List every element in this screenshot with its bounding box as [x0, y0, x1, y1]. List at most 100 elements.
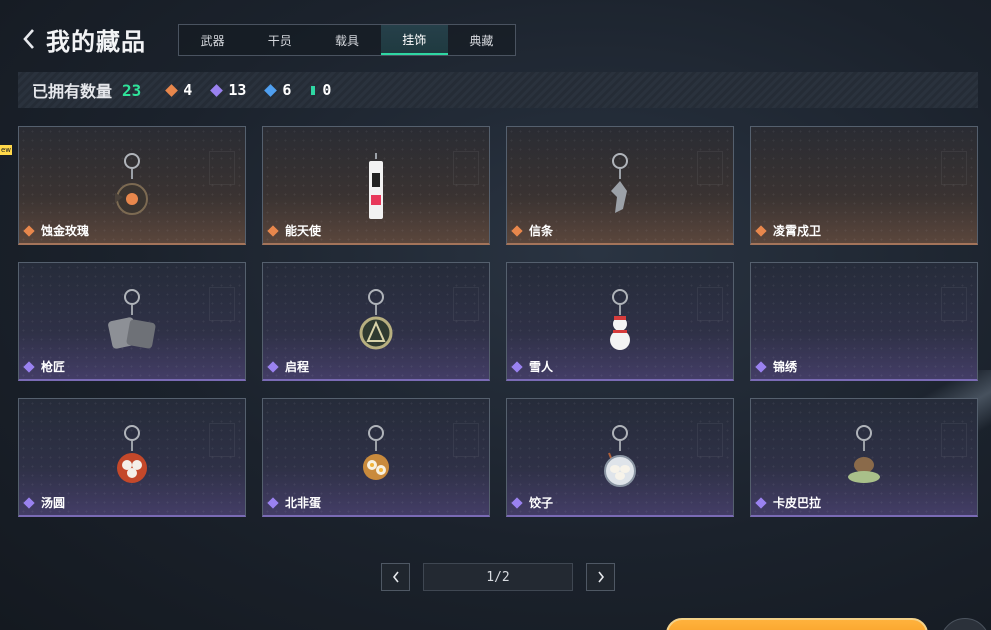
bottom-action-button[interactable] [666, 618, 928, 630]
owned-count-bar: 已拥有数量 23 4 13 6 0 [18, 72, 978, 108]
chevron-left-icon [23, 29, 34, 49]
purple-diamond-icon [511, 360, 523, 373]
tab-charms[interactable]: 挂饰 [380, 25, 448, 55]
snowman-charm-icon [607, 289, 633, 355]
shakshuka-charm-icon [360, 425, 392, 487]
tab-label: 载具 [335, 33, 360, 48]
card-name-row: 信条 [511, 222, 554, 239]
purple-diamond-icon [23, 496, 35, 509]
page-title: 我的藏品 [46, 28, 146, 56]
charm-card[interactable]: 锦绣 [750, 262, 978, 381]
next-page-button[interactable] [586, 563, 615, 591]
charm-name: 蚀金玫瑰 [41, 224, 90, 238]
charm-name: 锦绣 [773, 360, 798, 374]
bottom-round-button[interactable] [940, 618, 990, 630]
card-name-row: 卡皮巴拉 [755, 494, 822, 511]
card-decoration [209, 151, 235, 185]
charm-name: 凌霄戍卫 [773, 224, 822, 238]
charm-name: 启程 [285, 360, 310, 374]
charm-name: 卡皮巴拉 [773, 496, 822, 510]
card-decoration [453, 423, 479, 457]
tab-weapons[interactable]: 武器 [179, 25, 246, 55]
orange-diamond-icon [267, 224, 279, 237]
green-dot-icon [311, 85, 316, 95]
tab-label: 武器 [200, 33, 225, 48]
card-name-row: 启程 [267, 358, 310, 375]
tab-vehicles[interactable]: 载具 [313, 25, 380, 55]
orange-diamond-icon [755, 224, 767, 237]
card-name-row: 蚀金玫瑰 [23, 222, 90, 239]
rarity-count-orange: 4 [165, 81, 193, 99]
dog-tags-charm-icon [106, 289, 158, 355]
charm-card[interactable]: 饺子 [506, 398, 734, 517]
charm-card[interactable]: 信条 [506, 126, 734, 245]
card-name-row: 雪人 [511, 358, 554, 375]
owned-count-total: 23 [122, 80, 142, 100]
purple-diamond-icon [267, 360, 279, 373]
charm-name: 信条 [529, 224, 554, 238]
back-button[interactable] [16, 24, 42, 54]
blue-diamond-icon [264, 83, 278, 97]
purple-diamond-icon [755, 496, 767, 509]
tangyuan-bowl-charm-icon [115, 425, 149, 489]
rarity-count-value: 0 [322, 81, 332, 99]
charm-card[interactable]: 启程 [262, 262, 490, 381]
page-indicator: 1/2 [423, 563, 573, 591]
charm-card[interactable]: 凌霄戍卫 [750, 126, 978, 245]
card-decoration [209, 287, 235, 321]
charm-name: 枪匠 [41, 360, 66, 374]
rarity-count-value: 4 [183, 81, 193, 99]
card-name-row: 枪匠 [23, 358, 66, 375]
medallion-charm-icon [358, 289, 394, 355]
card-name-row: 饺子 [511, 494, 554, 511]
charm-card[interactable]: 卡皮巴拉 [750, 398, 978, 517]
eagle-charm-icon [605, 153, 635, 219]
tab-operators[interactable]: 干员 [246, 25, 313, 55]
card-decoration [941, 423, 967, 457]
card-decoration [941, 151, 967, 185]
charm-name: 雪人 [529, 360, 554, 374]
tab-label: 挂饰 [402, 32, 427, 47]
charm-card[interactable]: 北非蛋 [262, 398, 490, 517]
new-badge: ew [0, 145, 12, 155]
purple-diamond-icon [210, 83, 224, 97]
card-decoration [697, 287, 723, 321]
chevron-left-icon [392, 571, 399, 583]
charm-card[interactable]: 雪人 [506, 262, 734, 381]
purple-diamond-icon [755, 360, 767, 373]
charm-card[interactable]: 蚀金玫瑰 [18, 126, 246, 245]
card-decoration [453, 151, 479, 185]
card-name-row: 能天使 [267, 222, 321, 239]
capybara-charm-icon [844, 425, 884, 489]
charm-card[interactable]: 汤圆 [18, 398, 246, 517]
charm-card[interactable]: 能天使 [262, 126, 490, 245]
charm-card[interactable]: 枪匠 [18, 262, 246, 381]
tab-label: 干员 [267, 33, 292, 48]
orange-diamond-icon [511, 224, 523, 237]
card-decoration [697, 423, 723, 457]
card-decoration [209, 423, 235, 457]
card-name-row: 锦绣 [755, 358, 798, 375]
rarity-count-green: 0 [311, 81, 331, 99]
rarity-count-blue: 6 [264, 81, 292, 99]
orange-diamond-icon [23, 224, 35, 237]
purple-diamond-icon [511, 496, 523, 509]
category-tabs: 武器 干员 载具 挂饰 典藏 [178, 24, 516, 56]
rarity-count-purple: 13 [210, 81, 247, 99]
chevron-right-icon [597, 571, 604, 583]
rose-pendant-charm-icon [109, 153, 155, 225]
purple-diamond-icon [267, 496, 279, 509]
dumplings-plate-charm-icon [601, 425, 639, 491]
owned-count-label: 已拥有数量 [32, 82, 113, 101]
prev-page-button[interactable] [381, 563, 410, 591]
energy-drink-can-charm-icon [364, 153, 388, 225]
tab-label: 典藏 [469, 33, 494, 48]
card-name-row: 北非蛋 [267, 494, 322, 511]
purple-diamond-icon [23, 360, 35, 373]
card-decoration [453, 287, 479, 321]
rarity-count-value: 13 [228, 81, 247, 99]
tab-collection[interactable]: 典藏 [448, 25, 515, 55]
rarity-count-value: 6 [282, 81, 292, 99]
charm-name: 北非蛋 [285, 496, 322, 510]
charm-name: 饺子 [529, 496, 554, 510]
